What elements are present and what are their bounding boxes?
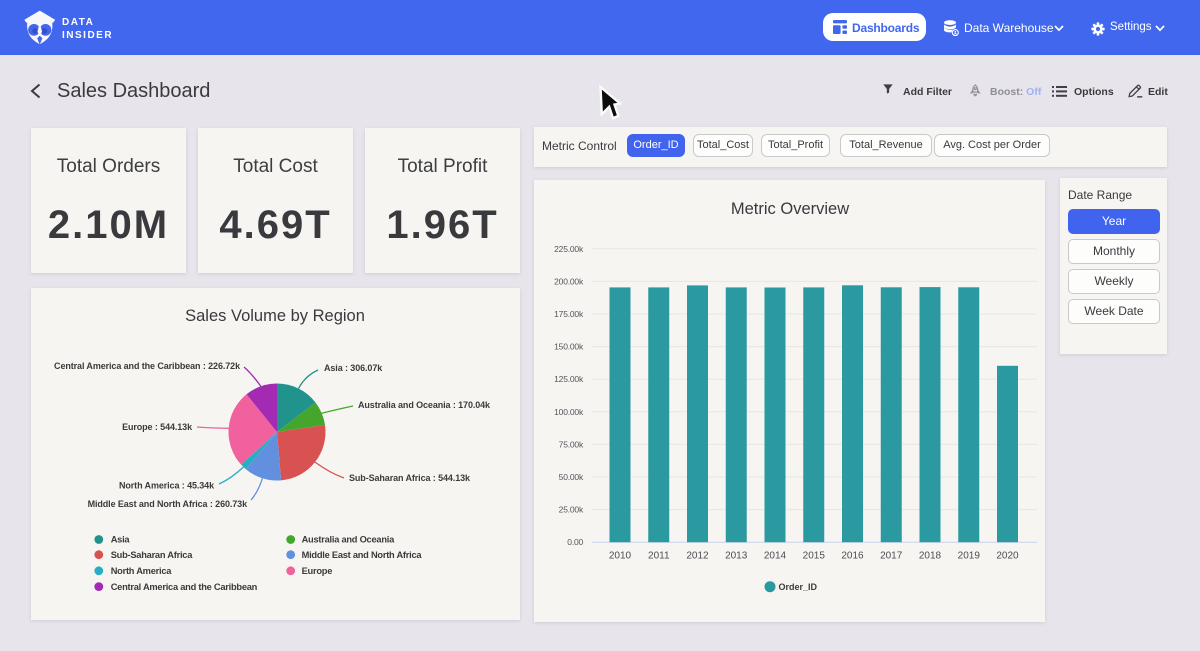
svg-text:Central America and the Caribb: Central America and the Caribbean : 226.…	[54, 361, 241, 371]
svg-text:125.00k: 125.00k	[554, 374, 584, 384]
svg-text:Asia: Asia	[111, 535, 131, 545]
svg-text:Asia : 306.07k: Asia : 306.07k	[324, 363, 383, 373]
svg-text:Australia and Oceania: Australia and Oceania	[302, 535, 395, 545]
svg-text:Order_ID: Order_ID	[779, 582, 818, 592]
svg-text:2014: 2014	[764, 551, 787, 562]
svg-text:Sub-Saharan Africa : 544.13k: Sub-Saharan Africa : 544.13k	[349, 473, 471, 483]
svg-text:Europe: Europe	[302, 566, 333, 576]
svg-text:100.00k: 100.00k	[554, 407, 584, 417]
svg-text:2015: 2015	[803, 551, 826, 562]
svg-text:2019: 2019	[958, 551, 981, 562]
svg-text:2016: 2016	[841, 551, 864, 562]
svg-text:150.00k: 150.00k	[554, 342, 584, 352]
svg-text:2018: 2018	[919, 551, 942, 562]
svg-text:175.00k: 175.00k	[554, 309, 584, 319]
svg-text:Metric Overview: Metric Overview	[731, 200, 849, 218]
svg-text:2012: 2012	[686, 551, 709, 562]
svg-text:0.00: 0.00	[567, 537, 583, 547]
svg-text:50.00k: 50.00k	[559, 472, 584, 482]
svg-text:Sales Volume by Region: Sales Volume by Region	[185, 307, 365, 325]
svg-text:North America : 45.34k: North America : 45.34k	[119, 481, 215, 491]
svg-text:Central America and the Caribb: Central America and the Caribbean	[111, 582, 258, 592]
svg-text:200.00k: 200.00k	[554, 276, 584, 286]
svg-text:2017: 2017	[880, 551, 903, 562]
svg-text:2010: 2010	[609, 551, 632, 562]
svg-text:Sub-Saharan Africa: Sub-Saharan Africa	[111, 550, 194, 560]
svg-text:North America: North America	[111, 566, 173, 576]
svg-text:25.00k: 25.00k	[559, 505, 584, 515]
svg-text:75.00k: 75.00k	[559, 439, 584, 449]
svg-text:225.00k: 225.00k	[554, 244, 584, 254]
svg-text:Middle East and North Africa :: Middle East and North Africa : 260.73k	[88, 499, 249, 509]
svg-text:Middle East and North Africa: Middle East and North Africa	[302, 550, 423, 560]
svg-text:2013: 2013	[725, 551, 748, 562]
svg-text:Australia and Oceania : 170.04: Australia and Oceania : 170.04k	[358, 400, 491, 410]
svg-text:Europe : 544.13k: Europe : 544.13k	[122, 422, 193, 432]
svg-text:2011: 2011	[648, 551, 670, 562]
svg-text:2020: 2020	[996, 551, 1019, 562]
